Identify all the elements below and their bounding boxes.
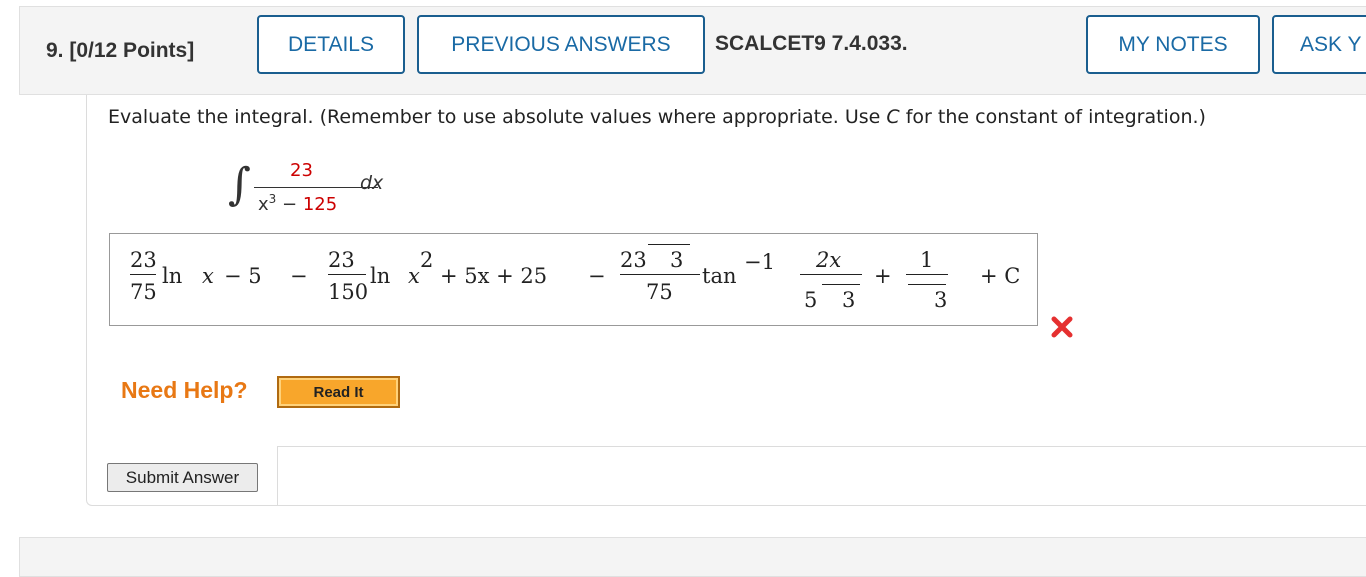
arg-denominator-radicand: 3 bbox=[842, 288, 856, 312]
integrand-numerator: 23 bbox=[290, 160, 313, 181]
term4-numerator: 1 bbox=[920, 248, 934, 272]
integrand-denominator: x3 − 125 bbox=[258, 192, 338, 215]
ask-your-teacher-button[interactable]: ASK Y bbox=[1272, 15, 1366, 74]
arg-denominator-coef: 5 bbox=[804, 288, 818, 312]
term4-denominator-radicand: 3 bbox=[934, 288, 948, 312]
textbook-reference: SCALCET9 7.4.033. bbox=[715, 32, 908, 55]
differential: dx bbox=[360, 172, 384, 194]
read-it-button[interactable]: Read It bbox=[277, 376, 400, 408]
term3-fraction-bar bbox=[620, 274, 700, 275]
term1-numerator: 23 bbox=[130, 248, 157, 272]
submit-answer-button[interactable]: Submit Answer bbox=[107, 463, 258, 492]
term3-denominator: 75 bbox=[646, 280, 673, 304]
term4-radical-bar bbox=[908, 284, 946, 285]
term3-radical-bar bbox=[648, 244, 690, 245]
incorrect-x-icon bbox=[1051, 316, 1073, 338]
arg-numerator: 2x bbox=[816, 248, 842, 272]
term2-numerator: 23 bbox=[328, 248, 355, 272]
arg-radical-bar bbox=[822, 284, 860, 285]
question-prompt: Evaluate the integral. (Remember to use … bbox=[108, 106, 1206, 128]
term2-ln: ln bbox=[370, 264, 391, 288]
points-label: [0/12 Points] bbox=[69, 39, 195, 62]
question-number: 9. [0/12 Points] bbox=[46, 39, 195, 62]
details-button[interactable]: DETAILS bbox=[257, 15, 405, 74]
divider bbox=[278, 446, 1366, 447]
plus-sign: + bbox=[874, 264, 892, 288]
my-notes-button[interactable]: MY NOTES bbox=[1086, 15, 1260, 74]
term3-inverse-exponent: −1 bbox=[744, 250, 775, 274]
arg-fraction-bar bbox=[800, 274, 862, 275]
minus-sign: − bbox=[588, 264, 606, 288]
divider bbox=[277, 446, 278, 506]
term3-radicand: 3 bbox=[670, 248, 684, 272]
minus-sign: − bbox=[290, 264, 308, 288]
constant-of-integration: + C bbox=[980, 264, 1021, 288]
term2-fraction-bar bbox=[328, 274, 366, 275]
constant-c: C bbox=[886, 106, 900, 128]
need-help-label: Need Help? bbox=[121, 377, 248, 403]
term4-fraction-bar bbox=[906, 274, 948, 275]
term1-fraction-bar bbox=[130, 274, 156, 275]
next-question-header bbox=[19, 537, 1366, 577]
integral-sign-icon: ∫ bbox=[228, 159, 251, 210]
term1-ln: ln bbox=[162, 264, 183, 288]
term1-variable: x bbox=[202, 264, 214, 288]
term1-denominator: 75 bbox=[130, 280, 157, 304]
answer-input[interactable]: 23 75 ln x − 5 − 23 150 ln x 2 + 5x + 25… bbox=[109, 233, 1038, 326]
term2-denominator: 150 bbox=[328, 280, 369, 304]
term2-rest: + 5x + 25 bbox=[440, 264, 548, 288]
term1-rest: − 5 bbox=[224, 264, 262, 288]
term2-variable: x bbox=[408, 264, 420, 288]
term2-exponent: 2 bbox=[420, 248, 434, 272]
previous-answers-button[interactable]: PREVIOUS ANSWERS bbox=[417, 15, 705, 74]
term3-tan: tan bbox=[702, 264, 737, 288]
term3-numerator: 23 bbox=[620, 248, 647, 272]
